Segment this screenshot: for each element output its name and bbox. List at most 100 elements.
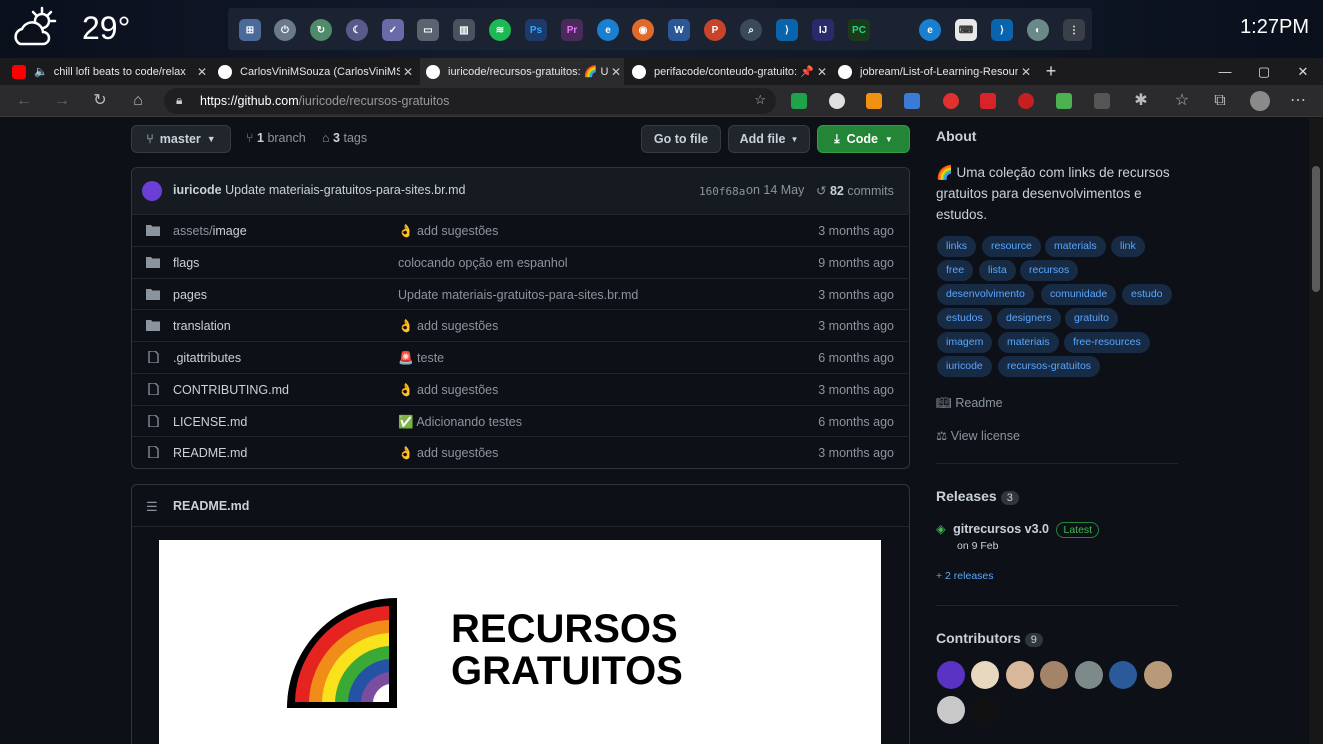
file-row[interactable]: flags colocando opção em espanhol 9 months… [132,245,908,278]
contributor-avatar[interactable] [1040,661,1068,689]
windows-start-icon[interactable]: ⊞ [239,19,261,41]
topic-tag[interactable]: link [1111,236,1145,257]
readme-link[interactable]: 📖︎ Readme [936,396,1003,411]
file-commit-message[interactable]: 👌 add sugestões [398,224,498,239]
extension-download-icon[interactable] [1056,93,1072,109]
commit-sha[interactable]: 160f68a [699,185,745,198]
edge-icon[interactable]: e [597,19,619,41]
license-link[interactable]: ⚖ View license [936,428,1020,443]
extension-circle-icon[interactable] [829,93,845,109]
tab-carlos[interactable]: CarlosViniMSouza (CarlosViniMSouza) ✕ [218,58,416,85]
home-icon[interactable]: ⌂ [128,91,148,111]
file-commit-message[interactable]: 👌 add sugestões [398,446,498,461]
topic-tag[interactable]: resource [982,236,1041,257]
collections-icon[interactable]: ⧉ [1210,91,1230,111]
spotify-icon[interactable]: ≋ [489,19,511,41]
tasks-icon[interactable]: ✓ [382,19,404,41]
premiere-icon[interactable]: Pr [561,19,583,41]
lock-icon[interactable]: 🔒︎ [176,93,182,108]
extension-check-icon[interactable] [791,93,807,109]
weather-cloud-sun-icon[interactable] [12,6,62,50]
file-row[interactable]: translation 👌 add sugestões 3 months ago [132,309,908,341]
list-icon[interactable]: ☰ [146,499,158,515]
file-name[interactable]: README.md [173,446,247,460]
tab-lofi[interactable]: 🔈 chill lofi beats to code/relax ✕ [12,58,210,85]
contributor-avatar[interactable] [1144,661,1172,689]
file-commit-message[interactable]: ✅ Adicionando testes [398,415,522,430]
file-name[interactable]: pages [173,288,207,302]
clock[interactable]: 1:27PM [1240,16,1309,39]
extension-shield-icon[interactable] [1018,93,1034,109]
author-avatar[interactable] [142,181,162,201]
tab-jobream[interactable]: jobream/List-of-Learning-Resources ✕ [838,58,1034,85]
file-name[interactable]: .gitattributes [173,351,241,365]
page-scrollbar[interactable] [1309,118,1323,744]
app-running-icon[interactable]: ◐ [1027,19,1049,41]
code-button[interactable]: ⤓ Code ▼ [817,125,910,153]
edge-running-icon[interactable]: e [919,19,941,41]
close-tab-icon[interactable]: ✕ [814,65,830,79]
vscode-icon[interactable]: ⟩ [776,19,798,41]
topic-tag[interactable]: free [937,260,974,281]
file-row[interactable]: .gitattributes 🚨 teste 6 months ago [132,341,908,373]
close-tab-icon[interactable]: ✕ [608,65,624,79]
tab-perifacode[interactable]: perifacode/conteudo-gratuito: 📌 ✕ [632,58,830,85]
topic-tag[interactable]: materials [1045,236,1106,257]
extension-grid-icon[interactable] [980,93,996,109]
contributor-avatar[interactable] [1109,661,1137,689]
photoshop-icon[interactable]: Ps [525,19,547,41]
commit-author[interactable]: iuricode [173,183,222,197]
latest-release[interactable]: ◈ gitrecursos v3.0 Latest [936,521,1100,538]
power-icon[interactable]: ⏻ [274,19,296,41]
file-row[interactable]: README.md 👌 add sugestões 3 months ago [132,436,908,468]
extensions-puzzle-icon[interactable]: ✱ [1131,91,1151,111]
topic-tag[interactable]: links [937,236,977,257]
file-name[interactable]: assets/image [173,224,247,238]
file-row[interactable]: pages Update materiais-gratuitos-para-sit… [132,277,908,310]
contributor-avatar[interactable] [1075,661,1103,689]
contributor-avatar[interactable] [971,696,999,724]
forward-icon[interactable]: → [52,91,72,111]
monitor-icon[interactable]: ▭ [417,19,439,41]
profile-avatar[interactable] [1250,91,1270,111]
refresh-app-icon[interactable]: ↻ [310,19,332,41]
topic-tag[interactable]: free-resources [1064,332,1150,353]
new-tab-button[interactable]: + [1032,58,1070,85]
tags-link[interactable]: ⌂ 3 tags [322,131,367,145]
url-text[interactable]: https://github.com/iuricode/recursos-gra… [200,94,449,108]
topic-tag[interactable]: designers [997,308,1061,329]
trash-icon[interactable]: ▥ [453,19,475,41]
branches-link[interactable]: ⑂ 1 branch [246,131,306,145]
contributor-avatar[interactable] [937,661,965,689]
contributor-avatar[interactable] [937,696,965,724]
tab-recursos-gratuitos[interactable]: iuricode/recursos-gratuitos: 🌈 Uma coleç… [420,58,624,85]
search-app-icon[interactable]: ⌕ [740,19,762,41]
file-name[interactable]: flags [173,256,199,270]
topic-tag[interactable]: estudos [937,308,992,329]
speaker-icon[interactable]: 🔈 [34,65,48,78]
file-row[interactable]: assets/image 👌 add sugestões 3 months ago [132,214,908,246]
file-commit-message[interactable]: 🚨 teste [398,351,444,366]
commit-message[interactable]: Update materiais-gratuitos-para-sites.br… [225,183,465,197]
topic-tag[interactable]: lista [979,260,1016,281]
file-commit-message[interactable]: 👌 add sugestões [398,383,498,398]
close-tab-icon[interactable]: ✕ [194,65,210,79]
maximize-button[interactable]: ▢ [1245,58,1283,85]
extension-translate-icon[interactable] [904,93,920,109]
topic-tag[interactable]: iuricode [937,356,992,377]
commits-link[interactable]: ↺ 82 commits [816,183,894,198]
releases-heading[interactable]: Releases 3 [936,488,1019,505]
readme-title[interactable]: README.md [173,499,249,513]
file-commit-message[interactable]: colocando opção em espanhol [398,256,568,270]
file-name[interactable]: LICENSE.md [173,415,247,429]
extension-orange-icon[interactable] [866,93,882,109]
extension-red-icon[interactable] [943,93,959,109]
topic-tag[interactable]: recursos [1020,260,1079,281]
file-commit-message[interactable]: Update materiais-gratuitos-para-sites.br… [398,288,638,302]
file-name[interactable]: translation [173,319,231,333]
file-commit-message[interactable]: 👌 add sugestões [398,319,498,334]
close-tab-icon[interactable]: ✕ [400,65,416,79]
minimize-button[interactable]: — [1206,58,1244,85]
more-menu-icon[interactable]: ⋯ [1288,91,1308,111]
network-icon[interactable]: ⋮ [1063,19,1085,41]
